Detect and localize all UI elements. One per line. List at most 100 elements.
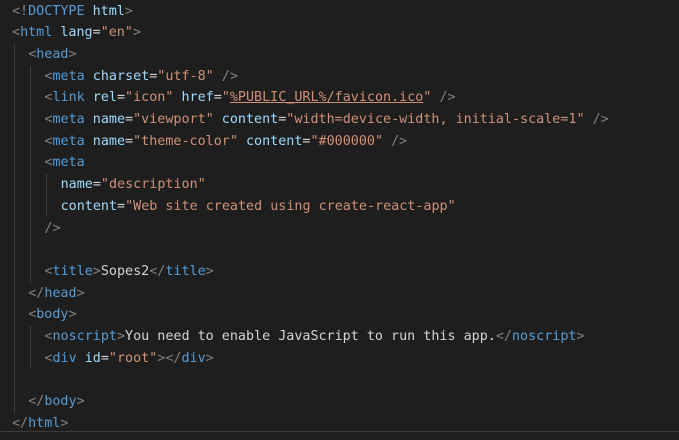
code-token: > (68, 307, 77, 323)
code-token: > (124, 3, 133, 19)
code-token: "icon" (125, 90, 174, 106)
code-token: = (125, 112, 134, 127)
code-line[interactable]: <meta (0, 152, 85, 174)
code-token: html (28, 415, 61, 431)
code-line[interactable]: </body> (0, 391, 85, 413)
code-line[interactable]: <title>Sopes2</title> (0, 261, 214, 283)
code-token: Sopes2 (100, 263, 150, 279)
code-line[interactable]: <meta charset="utf-8" /> (0, 66, 238, 88)
code-token: "#000000" (310, 133, 384, 149)
code-token: = (100, 350, 109, 366)
code-token: charset (92, 68, 150, 84)
code-token: head (44, 285, 77, 301)
code-line[interactable]: <link rel="icon" href="%PUBLIC_URL%/favi… (0, 87, 456, 109)
code-token: body (44, 394, 77, 410)
code-token: = (213, 90, 222, 106)
code-token: </ (149, 263, 166, 279)
code-token: > (576, 329, 585, 344)
code-token: /> (439, 90, 456, 106)
code-token: head (36, 46, 69, 62)
code-token: You need to enable JavaScript to run thi… (125, 329, 496, 344)
code-line[interactable]: /> (0, 218, 61, 240)
code-token: title (52, 263, 93, 279)
code-token: > (76, 394, 85, 410)
code-token: /> (44, 220, 61, 236)
code-token: title (165, 263, 206, 279)
code-token: > (132, 25, 141, 41)
code-line[interactable]: <div id="root"></div> (0, 348, 214, 370)
code-token: content (60, 198, 118, 214)
code-line[interactable]: content="Web site created using create-r… (0, 196, 456, 218)
code-token: noscript (52, 329, 117, 344)
code-token: "viewport" (133, 112, 214, 127)
code-token: " (221, 90, 230, 106)
code-editor[interactable]: <!DOCTYPE html> <html lang="en"> <head> <me… (0, 0, 679, 440)
code-token: id (84, 350, 101, 366)
code-token: "Web site created using create-react-app… (125, 198, 456, 214)
code-token: </ (28, 285, 45, 301)
code-token: = (117, 198, 126, 214)
code-token: = (116, 90, 126, 106)
code-token: "root" (108, 350, 158, 366)
code-token: rel (92, 90, 117, 106)
code-token: %PUBLIC_URL%/favicon.ico (229, 90, 424, 106)
code-token: > (76, 285, 85, 301)
code-line[interactable]: name="description" (0, 174, 206, 196)
code-token: body (36, 307, 69, 323)
code-token: meta (52, 155, 85, 171)
code-line[interactable]: </head> (0, 283, 85, 305)
code-token: meta (52, 112, 85, 127)
code-token: href (181, 90, 214, 106)
code-line[interactable]: <body> (0, 304, 77, 326)
code-line[interactable]: <meta name="theme-color" content="#00000… (0, 131, 407, 153)
code-token: "en" (100, 25, 133, 41)
code-token: </ (28, 394, 45, 410)
code-token: /> (592, 112, 609, 127)
code-token: /> (221, 68, 238, 84)
code-token: name (92, 112, 126, 127)
code-token: > (92, 263, 101, 279)
code-token: </ (495, 329, 512, 344)
code-token: meta (52, 68, 85, 84)
code-token: meta (52, 133, 85, 149)
code-token: html (20, 25, 53, 41)
code-line[interactable]: <meta name="viewport" content="width=dev… (0, 109, 609, 131)
code-token: name (60, 177, 93, 193)
code-line[interactable]: <html lang="en"> (0, 22, 141, 44)
code-token: /> (391, 133, 408, 149)
editor-bottom-border (0, 431, 679, 432)
code-token: name (92, 133, 126, 149)
code-line[interactable] (0, 369, 12, 391)
code-line[interactable]: <head> (0, 44, 76, 66)
code-line[interactable]: <!DOCTYPE html> (0, 1, 133, 23)
code-token: noscript (512, 329, 577, 344)
code-token: = (92, 177, 101, 193)
code-token: > (116, 329, 126, 344)
code-token: "width=device-width, initial-scale=1" (286, 112, 585, 127)
code-token: "description" (100, 177, 206, 193)
code-token: </ (12, 415, 29, 431)
code-line[interactable]: <noscript>You need to enable JavaScript … (0, 326, 585, 348)
code-token: < (12, 25, 21, 41)
code-token: lang (60, 25, 93, 41)
code-line[interactable] (0, 239, 12, 261)
code-token: > (205, 263, 214, 279)
code-token: content (221, 112, 279, 127)
code-token: ></ (157, 350, 182, 366)
code-token: html (92, 3, 125, 19)
code-token: > (60, 415, 69, 431)
code-token: = (125, 133, 134, 149)
code-token: "theme-color" (133, 133, 238, 149)
code-token: > (205, 350, 214, 366)
code-token: link (52, 90, 85, 106)
